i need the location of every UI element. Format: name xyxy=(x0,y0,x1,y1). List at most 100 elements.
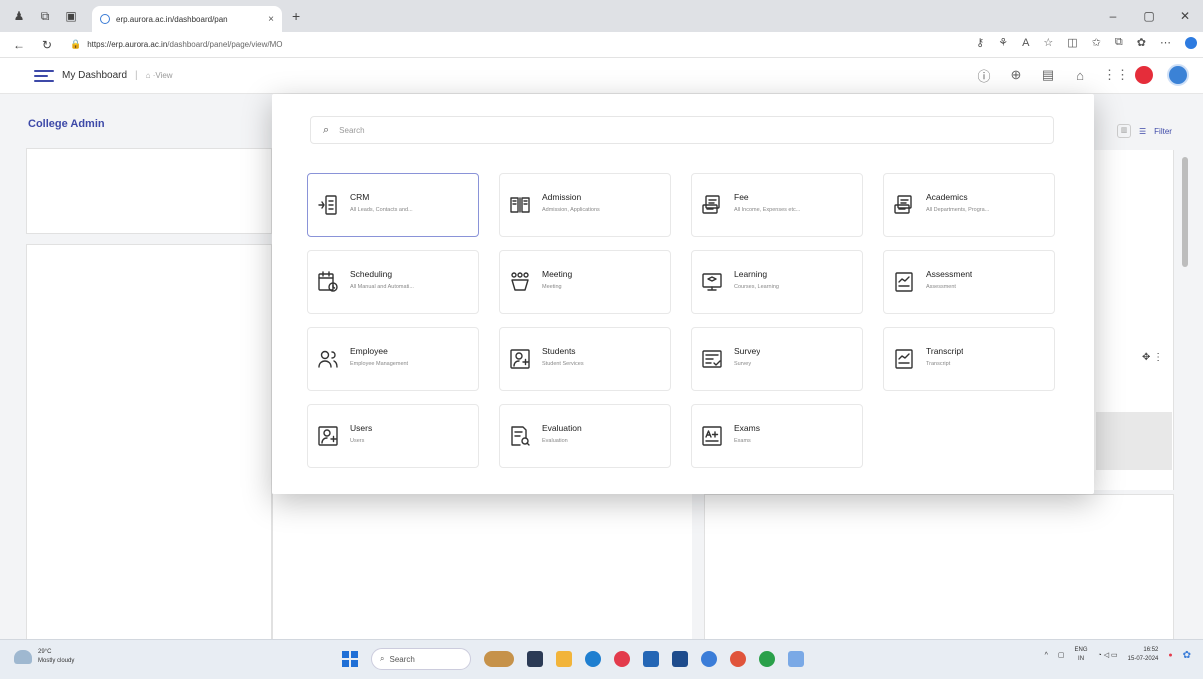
file-explorer-icon[interactable] xyxy=(556,651,572,667)
scrollbar[interactable] xyxy=(1181,145,1189,640)
placeholder-block xyxy=(1096,412,1172,470)
browser-toolbar: ⚷ ⚘ A ☆ ◫ ✩ ⧉ ✿ ⋯ xyxy=(976,36,1197,49)
tray-chevron-icon[interactable]: ^ xyxy=(1045,652,1048,659)
maximize-button[interactable]: ▢ xyxy=(1131,9,1167,23)
back-icon[interactable]: ← xyxy=(10,38,28,52)
module-name: Users xyxy=(350,422,373,433)
module-tile-learning[interactable]: Learning Courses, Learning xyxy=(691,250,863,314)
taskbar-search[interactable]: ⌕ Search xyxy=(371,648,471,670)
crm-icon xyxy=(316,193,340,217)
favorite-star-icon[interactable]: ☆ xyxy=(1043,36,1053,49)
calendar-icon[interactable]: ▤ xyxy=(1039,67,1057,83)
module-tile-evaluation[interactable]: Evaluation Evaluation xyxy=(499,404,671,468)
tab-close-icon[interactable]: × xyxy=(268,14,274,25)
transcript-icon xyxy=(892,347,916,371)
new-tab-button[interactable]: + xyxy=(292,8,300,24)
windows-start-icon[interactable] xyxy=(342,651,358,667)
minimize-button[interactable]: – xyxy=(1095,9,1131,23)
search-input[interactable] xyxy=(339,125,940,135)
module-tile-exams[interactable]: Exams Exams xyxy=(691,404,863,468)
weather-widget[interactable]: 29°C Mostly cloudy xyxy=(14,648,74,666)
media-icon[interactable] xyxy=(730,651,746,667)
module-tile-meeting[interactable]: Meeting Meeting xyxy=(499,250,671,314)
module-tile-scheduling[interactable]: Scheduling All Manual and Automati... xyxy=(307,250,479,314)
apps-grid-icon[interactable]: ⋮⋮ xyxy=(1103,67,1129,83)
exams-icon xyxy=(700,424,724,448)
breadcrumb[interactable]: View xyxy=(155,71,172,80)
breadcrumb-home-icon[interactable]: ⌂ · xyxy=(146,71,156,80)
tab-actions-icon[interactable]: ▣ xyxy=(64,9,78,23)
taskbar: 29°C Mostly cloudy ⌕ Search ^ ▢ ENG IN ◔ … xyxy=(0,639,1203,679)
menu-icon[interactable] xyxy=(34,69,54,82)
module-tile-employee[interactable]: Employee Employee Management xyxy=(307,327,479,391)
drag-handle-icon[interactable]: ✥ ⋮ xyxy=(1142,352,1163,363)
edge-sidebar-icon[interactable] xyxy=(1185,36,1197,49)
photos-icon[interactable] xyxy=(788,651,804,667)
copilot-taskbar-icon[interactable]: ✿ xyxy=(1183,650,1191,661)
assessment-icon xyxy=(892,270,916,294)
widget-icon[interactable] xyxy=(484,651,514,667)
institution-icon[interactable]: ⌂ xyxy=(1071,68,1089,83)
module-tile-assessment[interactable]: Assessment Assessment xyxy=(883,250,1055,314)
edge-icon[interactable] xyxy=(585,651,601,667)
split-screen-icon[interactable]: ◫ xyxy=(1067,36,1077,49)
help-icon[interactable]: ⓘ xyxy=(975,66,993,85)
notification-icon[interactable] xyxy=(1135,66,1153,84)
browser-tab[interactable]: erp.aurora.ac.in/dashboard/pan × xyxy=(92,6,282,32)
module-description: Transcript xyxy=(926,360,951,367)
module-description: Meeting xyxy=(542,283,562,290)
module-tile-survey[interactable]: Survey Survey xyxy=(691,327,863,391)
module-tile-users[interactable]: Users Users xyxy=(307,404,479,468)
copilot-icon[interactable]: ✿ xyxy=(1137,36,1146,49)
avatar[interactable] xyxy=(1167,64,1189,86)
close-window-button[interactable]: ✕ xyxy=(1167,9,1203,23)
dashboard-card xyxy=(26,148,272,234)
app-icon[interactable] xyxy=(672,651,688,667)
module-name: Academics xyxy=(926,191,968,202)
module-tile-transcript[interactable]: Transcript Transcript xyxy=(883,327,1055,391)
favorites-icon[interactable]: ✩ xyxy=(1092,36,1101,49)
extension-icon[interactable]: ⚘ xyxy=(998,36,1008,49)
language-indicator[interactable]: ENG IN xyxy=(1075,646,1088,664)
module-tile-admission[interactable]: Admission Admission, Applications xyxy=(499,173,671,237)
module-tile-crm[interactable]: CRM All Leads, Contacts and... xyxy=(307,173,479,237)
read-aloud-icon[interactable]: A xyxy=(1022,37,1029,49)
users-icon xyxy=(316,424,340,448)
notification-dot-icon[interactable]: ● xyxy=(1168,652,1172,659)
cloud-icon xyxy=(14,650,32,664)
clock[interactable]: 16:52 15-07-2024 xyxy=(1128,646,1159,664)
clock-time: 16:52 xyxy=(1143,647,1159,653)
module-tile-students[interactable]: Students Student Services xyxy=(499,327,671,391)
module-name: Fee xyxy=(734,191,749,202)
collections-icon[interactable]: ⧉ xyxy=(1115,36,1123,49)
learning-icon xyxy=(700,270,724,294)
module-name: Exams xyxy=(734,422,760,433)
task-view-icon[interactable] xyxy=(527,651,543,667)
dashboard-card xyxy=(704,494,1174,640)
scrollbar-thumb[interactable] xyxy=(1182,157,1188,267)
network-icon[interactable]: ◔ ◁ ▭ xyxy=(1098,651,1118,659)
search-icon: ⌕ xyxy=(323,123,330,136)
lock-icon[interactable]: 🔒 xyxy=(70,39,81,50)
chrome-icon[interactable] xyxy=(759,651,775,667)
filter-button[interactable]: Filter xyxy=(1154,127,1172,136)
translate-icon[interactable]: ⊕ xyxy=(1007,67,1025,83)
filter-icon[interactable]: ☰ xyxy=(1139,127,1146,136)
url-field[interactable]: 🔒 https://erp.aurora.ac.in /dashboard/pa… xyxy=(70,35,850,55)
module-description: Survey xyxy=(734,360,752,367)
store-icon[interactable] xyxy=(643,651,659,667)
settings-icon[interactable] xyxy=(701,651,717,667)
tray-app-icon[interactable]: ▢ xyxy=(1058,651,1065,659)
module-description: Student Services xyxy=(542,360,584,367)
module-description: Courses, Learning xyxy=(734,283,779,290)
module-tile-fee[interactable]: Fee All Income, Expenses etc... xyxy=(691,173,863,237)
workspaces-icon[interactable]: ⧉ xyxy=(38,9,52,23)
refresh-icon[interactable]: ↻ xyxy=(38,38,56,52)
opera-icon[interactable] xyxy=(614,651,630,667)
key-icon[interactable]: ⚷ xyxy=(976,36,984,49)
fee-icon xyxy=(700,193,724,217)
view-toggle-icon[interactable]: ▥ xyxy=(1117,124,1131,138)
more-options-icon[interactable]: ⋯ xyxy=(1160,36,1171,49)
profile-icon[interactable]: ♟ xyxy=(12,9,26,23)
module-tile-academics[interactable]: Academics All Departments, Progra... xyxy=(883,173,1055,237)
